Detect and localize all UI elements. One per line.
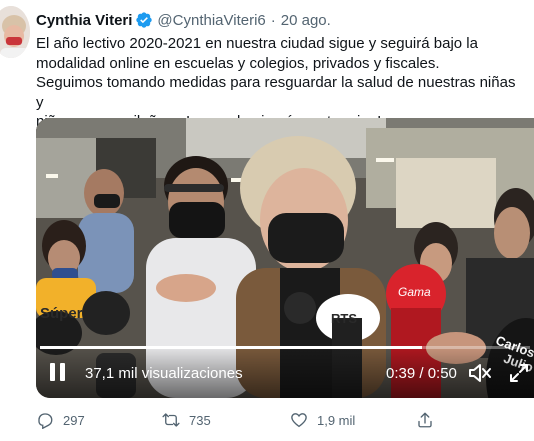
share-button[interactable] bbox=[416, 409, 443, 431]
tweet-text: El año lectivo 2020-2021 en nuestra ciud… bbox=[36, 34, 526, 132]
like-button[interactable]: 1,9 mil bbox=[290, 409, 355, 431]
view-count: 37,1 mil visualizaciones bbox=[85, 365, 243, 382]
pause-icon[interactable] bbox=[50, 363, 70, 385]
mute-icon[interactable] bbox=[468, 363, 492, 383]
verified-badge-icon bbox=[135, 11, 153, 29]
tweet-text-line: modalidad online en escuelas y colegios,… bbox=[36, 54, 440, 72]
video-player[interactable]: Súper RTS Gama Carlos Julio 37,1 mil vis… bbox=[36, 118, 534, 398]
share-icon bbox=[418, 412, 432, 428]
fullscreen-icon[interactable] bbox=[508, 362, 530, 384]
tweet-actions: 297 735 1,9 mil bbox=[36, 409, 526, 431]
tweet-text-line: Seguimos tomando medidas para resguardar… bbox=[36, 74, 516, 111]
reply-icon bbox=[38, 413, 53, 429]
mic-brand-text: Súper bbox=[40, 305, 83, 322]
tweet-text-line: El año lectivo 2020-2021 en nuestra ciud… bbox=[36, 35, 478, 52]
tweet-header: Cynthia Viteri @CynthiaViteri6 · 20 ago. bbox=[36, 9, 331, 31]
like-count: 1,9 mil bbox=[317, 412, 356, 428]
tweet[interactable]: Cynthia Viteri @CynthiaViteri6 · 20 ago.… bbox=[0, 0, 534, 441]
like-icon bbox=[291, 413, 307, 428]
reply-button[interactable]: 297 bbox=[36, 409, 85, 431]
retweet-count: 735 bbox=[189, 412, 211, 428]
author-name[interactable]: Cynthia Viteri bbox=[36, 12, 132, 29]
progress-fill bbox=[40, 346, 423, 349]
mic-logo-right-text: Gama bbox=[398, 285, 431, 299]
retweet-button[interactable]: 735 bbox=[162, 409, 211, 431]
tweet-date[interactable]: 20 ago. bbox=[281, 12, 331, 29]
avatar[interactable] bbox=[0, 6, 30, 58]
author-handle[interactable]: @CynthiaViteri6 bbox=[157, 12, 265, 29]
retweet-icon bbox=[162, 413, 180, 427]
mic-logo-left-text: RTS bbox=[331, 311, 357, 326]
video-controls: 37,1 mil visualizaciones 0:39 / 0:50 bbox=[36, 346, 534, 398]
video-time: 0:39 / 0:50 bbox=[386, 365, 457, 382]
progress-bar[interactable] bbox=[40, 346, 530, 349]
header-separator: · bbox=[270, 11, 276, 29]
reply-count: 297 bbox=[63, 412, 85, 428]
